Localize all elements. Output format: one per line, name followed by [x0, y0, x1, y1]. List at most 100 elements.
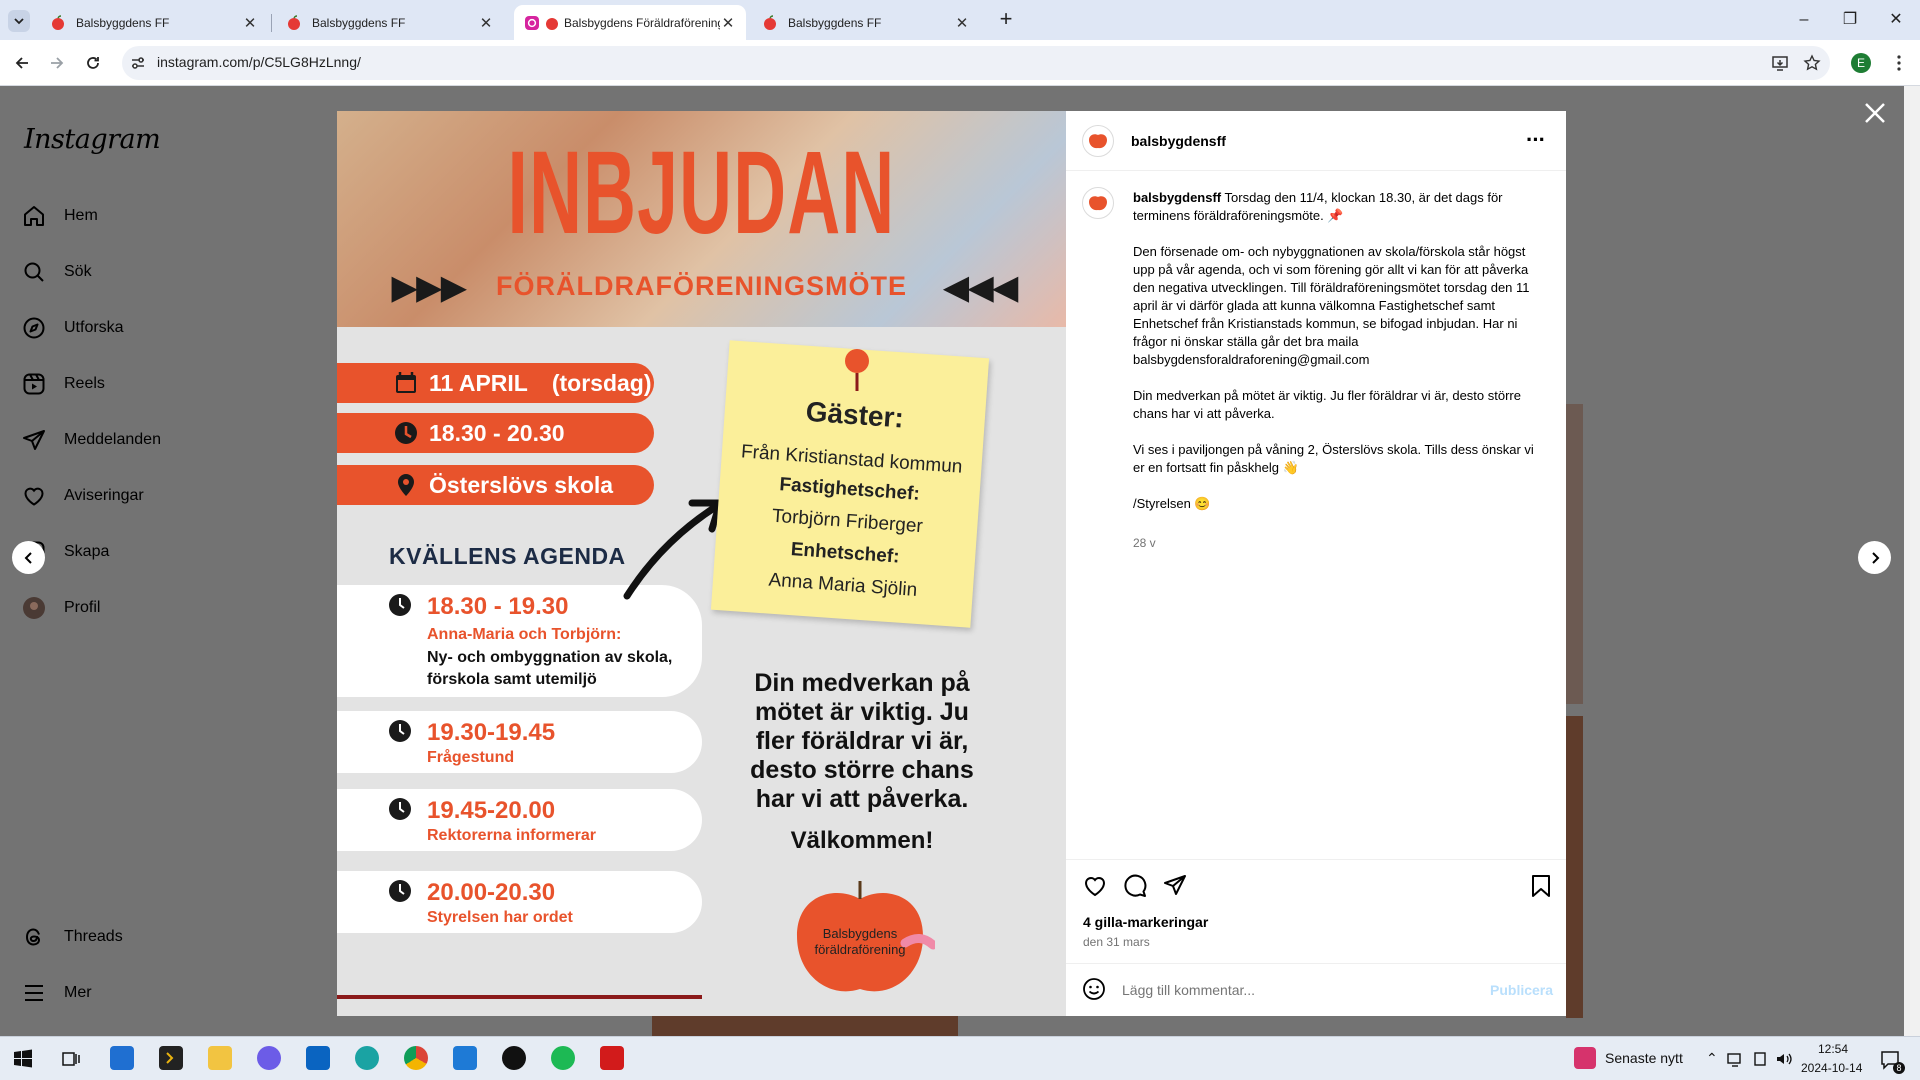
poster-date: 11 APRIL [429, 369, 528, 396]
close-icon[interactable]: ✕ [478, 14, 494, 32]
sidebar-item-messages[interactable]: Meddelanden [22, 420, 161, 460]
actions-divider [1066, 859, 1566, 860]
post-image[interactable]: INBJUDAN ▶▶▶ FÖRÄLDRAFÖRENINGSMÖTE ◀◀◀ 1… [337, 111, 1066, 1016]
search-icon [24, 262, 44, 282]
store-app-icon[interactable] [110, 1046, 134, 1070]
clock-date[interactable]: 2024-10-14 [1801, 1061, 1862, 1075]
news-widget-label[interactable]: Senaste nytt [1605, 1050, 1683, 1066]
discord-app-icon[interactable] [257, 1046, 281, 1070]
volume-icon[interactable] [1775, 1051, 1793, 1067]
news-widget-icon[interactable] [1574, 1047, 1596, 1069]
back-button[interactable] [11, 52, 33, 74]
poster-arrows-right: ◀◀◀ [944, 269, 1018, 305]
browser-tab-3[interactable]: Balsbygdens Föräldraförening ✕ [514, 5, 746, 40]
comment-icon[interactable] [1122, 873, 1148, 899]
kebab-menu-icon [1897, 55, 1901, 71]
url-text[interactable]: instagram.com/p/C5LG8HzLnng/ [157, 54, 361, 70]
sidebar-item-threads[interactable]: Threads [22, 917, 123, 957]
task-view-icon[interactable] [61, 1049, 81, 1069]
previous-post-button[interactable] [12, 541, 45, 574]
browser-tab-1[interactable]: Balsbyggdens FF ✕ [40, 5, 268, 40]
profile-avatar-button[interactable]: E [1850, 52, 1872, 74]
sidebar-item-explore[interactable]: Utforska [22, 308, 124, 348]
browser-tab-4[interactable]: Balsbyggdens FF ✕ [752, 5, 980, 40]
tab-title: Balsbygdens Föräldraförening [564, 15, 720, 30]
publish-button[interactable]: Publicera [1490, 982, 1553, 998]
sidebar-item-notifications[interactable]: Aviseringar [22, 476, 144, 516]
terminal-app-icon[interactable] [159, 1046, 183, 1070]
address-bar[interactable] [122, 46, 1830, 80]
emoji-icon[interactable] [1082, 977, 1106, 1001]
network-icon[interactable] [1727, 1051, 1745, 1067]
sidebar-item-profile[interactable]: Profil [22, 588, 100, 628]
file-explorer-icon[interactable] [208, 1046, 232, 1070]
browser-tab-2[interactable]: Balsbyggdens FF ✕ [276, 5, 504, 40]
avatar[interactable] [1082, 187, 1114, 219]
instagram-logo[interactable]: Instagram [24, 124, 161, 155]
edge-app-icon[interactable] [355, 1046, 379, 1070]
github-app-icon[interactable] [502, 1046, 526, 1070]
restore-button[interactable]: ❐ [1840, 10, 1860, 30]
threads-icon [25, 928, 41, 946]
location-pin-icon [398, 474, 414, 496]
agenda-time: 20.00-20.30 [427, 879, 556, 906]
page-scrollbar[interactable] [1904, 86, 1920, 1036]
apple-favicon-icon [764, 14, 776, 30]
comment-input[interactable] [1122, 982, 1462, 998]
share-icon[interactable] [1162, 873, 1188, 899]
window-close-button[interactable]: ✕ [1886, 10, 1906, 30]
battery-icon[interactable] [1752, 1051, 1770, 1067]
sidebar-item-label: Aviseringar [64, 487, 144, 504]
reload-icon [87, 57, 99, 69]
sidebar-item-more[interactable]: Mer [22, 973, 92, 1013]
new-tab-button[interactable]: + [994, 8, 1018, 33]
clock-icon [389, 880, 411, 902]
bookmark-star-icon[interactable] [1801, 52, 1823, 74]
next-post-button[interactable] [1858, 541, 1891, 574]
windows-start-icon[interactable] [13, 1049, 33, 1069]
poster-logo-text: Balsbygdens föräldraförening [814, 926, 906, 957]
agenda-time: 18.30 - 19.30 [427, 593, 569, 620]
sidebar-item-home[interactable]: Hem [22, 196, 98, 236]
sidebar-item-label: Sök [64, 263, 92, 280]
clock-icon [389, 720, 411, 742]
chrome-app-icon[interactable] [404, 1046, 428, 1070]
tray-overflow-icon[interactable]: ⌃ [1706, 1050, 1718, 1067]
save-bookmark-icon[interactable] [1528, 873, 1554, 899]
sidebar-item-reels[interactable]: Reels [22, 364, 105, 404]
agenda-description: Ny- och ombyggnation av skola, förskola … [427, 649, 673, 688]
tab-search-button[interactable] [8, 10, 30, 32]
caption-username[interactable]: balsbygdensff [1133, 190, 1221, 205]
vscode-app-icon[interactable] [453, 1046, 477, 1070]
forward-button[interactable] [46, 52, 68, 74]
avatar[interactable] [1082, 125, 1114, 157]
reels-icon [23, 373, 45, 395]
install-app-icon[interactable] [1769, 52, 1791, 74]
more-options-button[interactable]: ··· [1526, 127, 1546, 153]
spotify-app-icon[interactable] [551, 1046, 575, 1070]
browser-menu-button[interactable] [1888, 52, 1910, 74]
poster-time-pill: 18.30 - 20.30 [337, 413, 654, 453]
close-modal-button[interactable] [1862, 100, 1888, 126]
post-age[interactable]: 28 v [1133, 536, 1156, 550]
minimize-button[interactable]: – [1794, 10, 1814, 30]
like-heart-icon[interactable] [1082, 873, 1108, 899]
clock-time[interactable]: 12:54 [1818, 1042, 1848, 1056]
home-icon [24, 206, 44, 226]
notifications-badge: 8 [1893, 1062, 1905, 1074]
acrobat-app-icon[interactable] [600, 1046, 624, 1070]
tab-title: Balsbyggdens FF [788, 15, 882, 30]
reload-button[interactable] [82, 52, 104, 74]
post-username[interactable]: balsbygdensff [1131, 133, 1226, 149]
explore-icon [23, 317, 45, 339]
outlook-app-icon[interactable] [306, 1046, 330, 1070]
close-icon[interactable]: ✕ [242, 14, 258, 32]
close-icon[interactable]: ✕ [954, 14, 970, 32]
poster-date-pill: 11 APRIL (torsdag) [337, 363, 654, 403]
background-post-thumb [1566, 716, 1583, 1018]
close-icon[interactable]: ✕ [720, 14, 736, 32]
site-info-icon[interactable] [127, 52, 149, 74]
sidebar-item-search[interactable]: Sök [22, 252, 92, 292]
caption-signoff: /Styrelsen 😊 [1133, 496, 1211, 511]
likes-count[interactable]: 4 gilla-markeringar [1083, 914, 1208, 930]
